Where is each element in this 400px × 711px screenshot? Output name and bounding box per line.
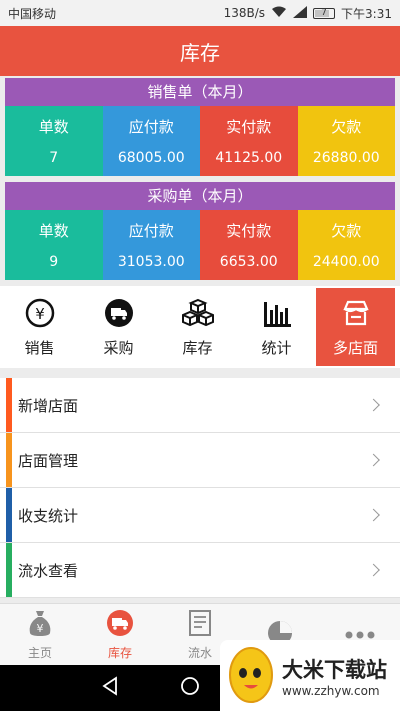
purchase-summary-header: 采购单（本月） — [5, 182, 395, 210]
nav-label: 采购 — [103, 338, 134, 357]
cell-value: 41125.00 — [215, 149, 283, 166]
menu-income-stats[interactable]: 收支统计 — [0, 488, 400, 543]
cell-label: 单数 — [38, 222, 69, 241]
color-bar — [6, 488, 12, 542]
nav-inventory-button[interactable]: 库存 — [158, 286, 237, 368]
truck-icon — [103, 297, 135, 329]
color-bar — [6, 378, 12, 432]
purchase-count-cell: 单数 9 — [5, 210, 103, 280]
watermark-url: www.zzhyw.com — [282, 683, 380, 698]
nav-label: 销售 — [24, 338, 55, 357]
nav-purchase-button[interactable]: 采购 — [79, 286, 158, 368]
tab-inventory[interactable]: 库存 — [80, 604, 160, 665]
store-menu-list: 新增店面 店面管理 收支统计 流水查看 — [0, 378, 400, 598]
cell-value: 24400.00 — [312, 253, 380, 270]
tab-label: 库存 — [107, 645, 132, 660]
color-bar — [6, 433, 12, 487]
nav-label: 库存 — [182, 338, 213, 357]
boxes-icon — [181, 297, 214, 329]
truck-circle-icon — [106, 609, 134, 640]
menu-label: 店面管理 — [18, 451, 79, 470]
chevron-right-icon — [367, 398, 380, 412]
menu-label: 新增店面 — [18, 396, 79, 415]
sales-paid-cell: 实付款 41125.00 — [200, 106, 298, 176]
sales-summary-header: 销售单（本月） — [5, 78, 395, 106]
nav-multistore-button[interactable]: 多店面 — [316, 288, 395, 366]
battery-icon: 7 — [313, 7, 336, 19]
back-icon[interactable] — [100, 676, 120, 700]
tab-label: 主页 — [27, 645, 52, 660]
nav-label: 多店面 — [332, 338, 378, 357]
purchase-paid-cell: 实付款 6653.00 — [200, 210, 298, 280]
svg-text:¥: ¥ — [37, 622, 44, 635]
color-bar — [6, 543, 12, 597]
yen-circle-icon: ¥ — [24, 297, 56, 329]
watermark-logo: 大米下载站 www.zzhyw.com — [220, 640, 400, 711]
menu-label: 收支统计 — [18, 506, 79, 525]
sales-summary[interactable]: 销售单（本月） 单数 7 应付款 68005.00 实付款 41125.00 欠… — [5, 78, 395, 176]
carrier-text: 中国移动 — [8, 6, 57, 21]
svg-text:¥: ¥ — [35, 305, 45, 323]
menu-label: 流水查看 — [18, 561, 79, 580]
store-icon — [340, 297, 372, 329]
home-circle-icon[interactable] — [180, 676, 200, 700]
cell-label: 实付款 — [226, 118, 272, 137]
cell-value: 26880.00 — [312, 149, 380, 166]
chevron-right-icon — [367, 563, 380, 577]
cell-value: 9 — [49, 253, 59, 270]
watermark-title: 大米下载站 — [282, 657, 387, 682]
bar-chart-icon — [261, 297, 293, 329]
page-title: 库存 — [0, 26, 400, 76]
purchase-summary[interactable]: 采购单（本月） 单数 9 应付款 31053.00 实付款 6653.00 欠款… — [5, 182, 395, 280]
menu-flow-view[interactable]: 流水查看 — [0, 543, 400, 598]
cell-label: 实付款 — [226, 222, 272, 241]
purchase-payable-cell: 应付款 31053.00 — [102, 210, 200, 280]
document-icon — [188, 609, 212, 640]
wifi-icon — [271, 6, 287, 21]
purchase-debt-cell: 欠款 24400.00 — [297, 210, 395, 280]
nav-label: 统计 — [261, 338, 292, 357]
function-nav: ¥ 销售 采购 库存 统计 多店面 — [0, 286, 400, 368]
cell-value: 6653.00 — [219, 253, 278, 270]
cell-label: 单数 — [38, 118, 69, 137]
sales-count-cell: 单数 7 — [5, 106, 103, 176]
chevron-right-icon — [367, 453, 380, 467]
egg-mascot-icon — [226, 643, 276, 709]
cell-value: 68005.00 — [117, 149, 185, 166]
menu-store-manage[interactable]: 店面管理 — [0, 433, 400, 488]
network-speed: 138B/s — [223, 6, 266, 20]
clock: 下午3:31 — [341, 6, 392, 21]
main-content: 销售单（本月） 单数 7 应付款 68005.00 实付款 41125.00 欠… — [0, 76, 400, 603]
cell-value: 31053.00 — [117, 253, 185, 270]
cell-label: 欠款 — [331, 118, 362, 137]
money-bag-icon: ¥ — [27, 609, 53, 640]
tab-label: 流水 — [187, 645, 212, 660]
cell-label: 应付款 — [128, 118, 174, 137]
nav-sales-button[interactable]: ¥ 销售 — [0, 286, 79, 368]
cell-value: 7 — [49, 149, 59, 166]
tab-home[interactable]: ¥ 主页 — [0, 604, 80, 665]
status-bar: 中国移动 138B/s 7 下午3:31 — [0, 0, 400, 26]
menu-add-store[interactable]: 新增店面 — [0, 378, 400, 433]
chevron-right-icon — [367, 508, 380, 522]
sales-debt-cell: 欠款 26880.00 — [297, 106, 395, 176]
nav-stats-button[interactable]: 统计 — [237, 286, 316, 368]
sales-payable-cell: 应付款 68005.00 — [102, 106, 200, 176]
signal-icon — [293, 5, 308, 21]
cell-label: 欠款 — [331, 222, 362, 241]
cell-label: 应付款 — [128, 222, 174, 241]
